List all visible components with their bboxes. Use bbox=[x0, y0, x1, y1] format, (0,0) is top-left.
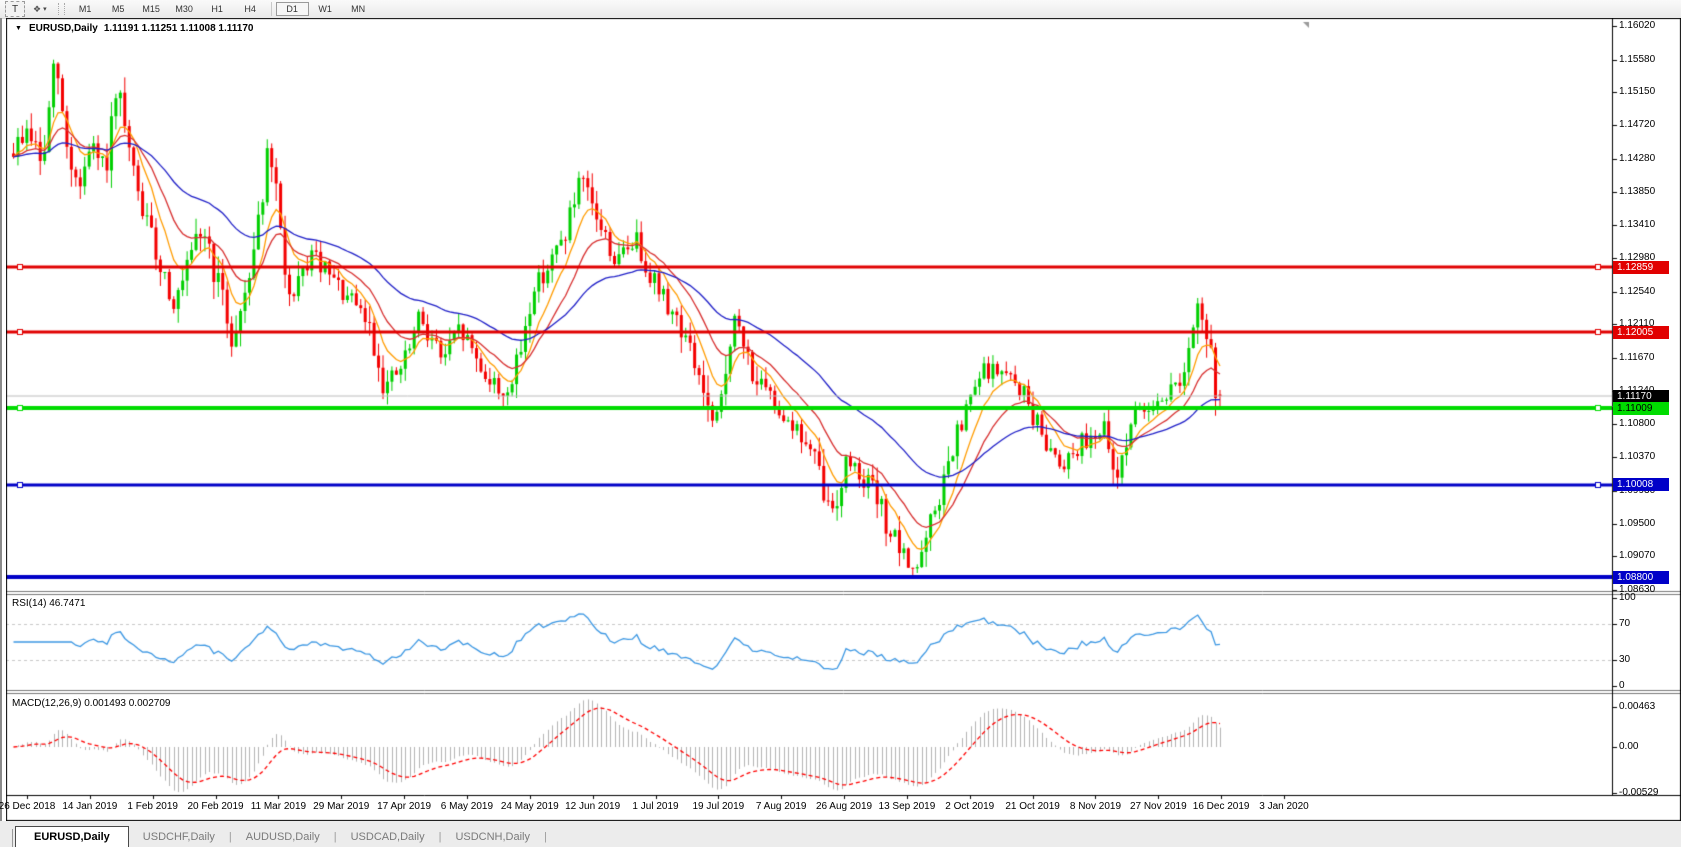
macd-axis-tick: -0.00529 bbox=[1619, 786, 1659, 798]
timeframe-button-w1[interactable]: W1 bbox=[309, 2, 342, 16]
rsi-axis-tick: 30 bbox=[1619, 653, 1631, 665]
symbol-tab-audusd[interactable]: AUDUSD,Daily bbox=[232, 827, 334, 847]
tab-bar-lead bbox=[0, 829, 13, 847]
toolbar-grip bbox=[57, 3, 65, 15]
price-axis-tick: 1.11670 bbox=[1619, 351, 1655, 363]
rsi-axis-tick: 70 bbox=[1619, 618, 1631, 630]
timeframe-buttons: M1 M5 M15 M30 H1 H4 D1 W1 MN bbox=[69, 0, 375, 18]
chevron-down-icon: ▾ bbox=[43, 6, 47, 13]
window-edge bbox=[0, 18, 2, 821]
timeframe-button-m15[interactable]: M15 bbox=[135, 2, 168, 16]
symbol-tab-usdcad[interactable]: USDCAD,Daily bbox=[337, 827, 439, 847]
price-axis-tick: 1.15150 bbox=[1619, 86, 1656, 98]
symbol-tab-usdcnh[interactable]: USDCNH,Daily bbox=[441, 827, 544, 847]
macd-indicator-label: MACD(12,26,9) 0.001493 0.002709 bbox=[12, 698, 171, 709]
timeframe-button-mn[interactable]: MN bbox=[342, 2, 375, 16]
price-chart-canvas[interactable] bbox=[6, 18, 1681, 821]
styles-icon: ❖ bbox=[33, 3, 42, 14]
price-marker-label: 1.12005 bbox=[1613, 325, 1669, 339]
rsi-indicator-label: RSI(14) 46.7471 bbox=[12, 598, 86, 609]
price-marker-label: 1.11170 bbox=[1613, 389, 1669, 403]
tab-separator: | bbox=[544, 831, 547, 843]
price-axis-tick: 1.10800 bbox=[1619, 418, 1656, 430]
chart-header: ▼ EURUSD,Daily 1.11191 1.11251 1.11008 1… bbox=[15, 23, 253, 34]
price-axis-tick: 1.15580 bbox=[1619, 53, 1656, 65]
rsi-axis-tick: 0 bbox=[1619, 680, 1625, 691]
price-axis-tick: 1.13850 bbox=[1619, 185, 1656, 197]
price-axis-tick: 1.09500 bbox=[1619, 517, 1656, 529]
chart-quote: 1.11191 1.11251 1.11008 1.11170 bbox=[103, 23, 254, 34]
timeframe-separator bbox=[270, 2, 272, 16]
timeframe-button-m1[interactable]: M1 bbox=[69, 2, 102, 16]
chart-window: ▼ EURUSD,Daily 1.11191 1.11251 1.11008 1… bbox=[0, 18, 1681, 821]
price-axis-tick: 1.14280 bbox=[1619, 152, 1656, 164]
price-marker-label: 1.08800 bbox=[1613, 570, 1669, 584]
macd-axis-tick: 0.00463 bbox=[1619, 701, 1656, 712]
price-axis-tick: 1.14720 bbox=[1619, 119, 1656, 131]
styles-dropdown-button[interactable]: ❖ ▾ bbox=[30, 2, 50, 16]
price-axis-tick: 1.13410 bbox=[1619, 219, 1656, 231]
price-marker-label: 1.12859 bbox=[1613, 260, 1669, 274]
collapse-icon[interactable]: ▼ bbox=[15, 25, 22, 32]
chart-symbol: EURUSD,Daily bbox=[28, 23, 98, 34]
toolbar: T ❖ ▾ M1 M5 M15 M30 H1 H4 D1 W1 MN bbox=[0, 0, 1681, 19]
price-axis-tick: 1.16020 bbox=[1619, 20, 1656, 31]
timeframe-button-m30[interactable]: M30 bbox=[168, 2, 201, 16]
chart-tab-bar: EURUSD,Daily USDCHF,Daily | AUDUSD,Daily | US… bbox=[0, 821, 1681, 847]
timeframe-button-h1[interactable]: H1 bbox=[201, 2, 234, 16]
rsi-axis-tick: 100 bbox=[1619, 592, 1636, 603]
symbol-tab-usdchf[interactable]: USDCHF,Daily bbox=[129, 827, 229, 847]
price-axis-tick: 1.10370 bbox=[1619, 451, 1656, 463]
timeframe-button-m5[interactable]: M5 bbox=[102, 2, 135, 16]
timeframe-button-d1[interactable]: D1 bbox=[275, 2, 309, 16]
price-axis-tick: 1.09070 bbox=[1619, 550, 1656, 562]
symbol-tab-eurusd[interactable]: EURUSD,Daily bbox=[15, 826, 129, 847]
date-axis-label: 3 Jan 2020 bbox=[1259, 801, 1309, 812]
price-axis-tick: 1.12540 bbox=[1619, 285, 1656, 297]
macd-axis-tick: 0.00 bbox=[1619, 741, 1639, 752]
price-marker-label: 1.11009 bbox=[1613, 401, 1669, 415]
price-marker-label: 1.10008 bbox=[1613, 478, 1669, 492]
timeframe-button-h4[interactable]: H4 bbox=[234, 2, 267, 16]
text-tool-button[interactable]: T bbox=[5, 1, 25, 17]
